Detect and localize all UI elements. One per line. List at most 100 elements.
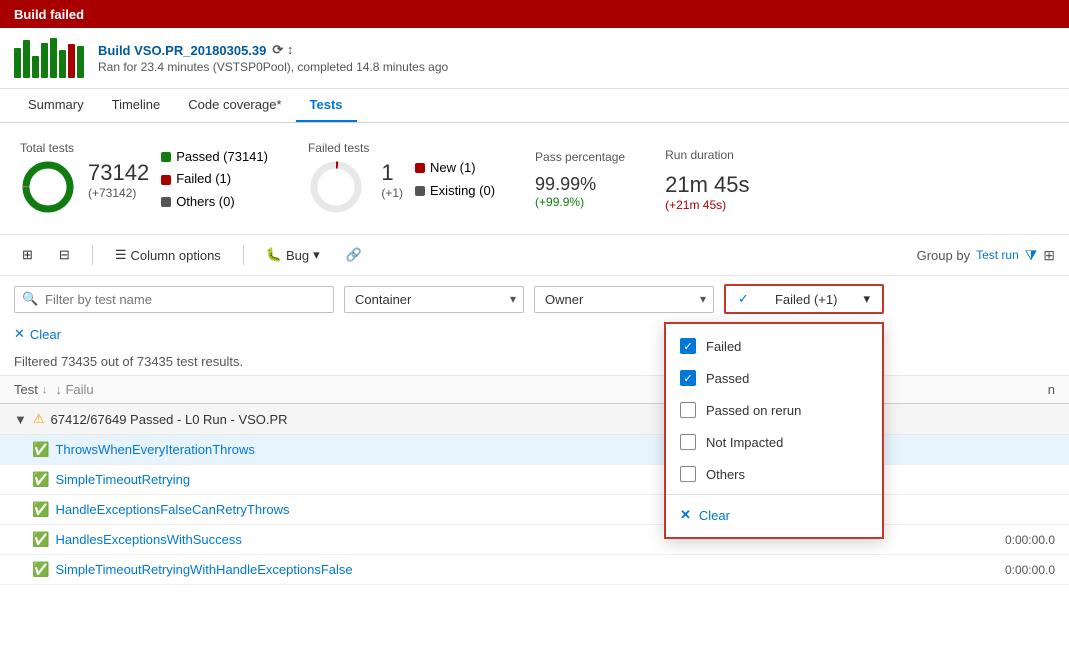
passed-checkbox[interactable] [680, 370, 696, 386]
failed-checkbox[interactable] [680, 338, 696, 354]
test-group-row[interactable]: ▼ ⚠ 67412/67649 Passed - L0 Run - VSO.PR [0, 404, 1069, 435]
popup-item-others[interactable]: Others [666, 458, 882, 490]
toolbar-sep-1 [92, 245, 93, 265]
test-dur-3: 0:00:00.0 [955, 533, 1055, 547]
pass-icon-0: ✅ [32, 441, 49, 458]
nav-tab-summary[interactable]: Summary [14, 89, 98, 122]
passed-label: Passed (73141) [176, 146, 268, 168]
group-by-value: Test run [976, 248, 1019, 262]
status-btn-label: Failed (+1) [775, 292, 838, 307]
test-row-2[interactable]: ✅ HandleExceptionsFalseCanRetryThrows [0, 495, 1069, 525]
plus-icon: ⊞ [22, 247, 33, 263]
warning-icon: ⚠ [33, 411, 45, 427]
nav-tab-tests[interactable]: Tests [296, 89, 357, 122]
build-title-text: Build VSO.PR_20180305.39 [98, 43, 266, 58]
failed-tests-donut [308, 159, 364, 215]
test-name-4: SimpleTimeoutRetryingWithHandleException… [55, 562, 949, 577]
failed-label: Failed (1) [176, 168, 231, 190]
popup-item-passed[interactable]: Passed [666, 362, 882, 394]
test-row-0[interactable]: ✅ ThrowsWhenEveryIterationThrows [0, 435, 1069, 465]
col-fail-label: ↓ Failu [55, 382, 93, 397]
stats-row: Total tests 73142 (+73142) Passed (73141… [0, 123, 1069, 235]
nav-tab-code-coverage-[interactable]: Code coverage* [174, 89, 295, 122]
build-bar [50, 38, 57, 78]
run-duration-value: 21m 45s [665, 172, 749, 198]
build-bar [23, 40, 30, 78]
results-info-text: Filtered 73435 out of 73435 test results… [14, 354, 243, 369]
popup-item-failed[interactable]: Failed [666, 330, 882, 362]
others-checkbox[interactable] [680, 466, 696, 482]
pass-icon-3: ✅ [32, 531, 49, 548]
sort-arrow: ↓ [42, 384, 48, 396]
popup-clear-label: Clear [699, 508, 730, 523]
build-bar [59, 50, 66, 78]
build-bars-chart [14, 38, 84, 78]
column-options-button[interactable]: ☰ Column options [107, 243, 229, 267]
collapse-all-button[interactable]: ⊟ [51, 243, 78, 267]
total-tests-label: Total tests [20, 141, 76, 155]
test-dur-4: 0:00:00.0 [955, 563, 1055, 577]
popup-passed-on-rerun-label: Passed on rerun [706, 403, 801, 418]
status-chevron-icon: ▾ [863, 291, 870, 307]
filter-row: 🔍 Container Owner ✓ Failed (+1) ▾ Failed… [0, 276, 1069, 322]
popup-divider [666, 494, 882, 495]
col-dur: n [955, 382, 1055, 397]
bug-label: Bug [286, 248, 309, 263]
others-label: Others (0) [176, 191, 235, 213]
container-dropdown-wrap: Container [344, 286, 524, 313]
column-options-label: Column options [130, 248, 220, 263]
passed-on-rerun-checkbox[interactable] [680, 402, 696, 418]
new-dot [415, 163, 425, 173]
not-impacted-checkbox[interactable] [680, 434, 696, 450]
failed-tests-label: Failed tests [308, 141, 369, 155]
link-button[interactable]: 🔗 [338, 243, 370, 267]
run-duration-label: Run duration [665, 148, 749, 162]
container-dropdown[interactable]: Container [344, 286, 524, 313]
build-status-bar: Build failed [0, 0, 1069, 28]
table-header: Test ↓ ↓ Failu n [0, 376, 1069, 404]
popup-passed-label: Passed [706, 371, 749, 386]
test-group-label: 67412/67649 Passed - L0 Run - VSO.PR [51, 412, 288, 427]
status-dropdown-popup: Failed Passed Passed on rerun Not Impact… [664, 322, 884, 539]
failed-tests-legend: New (1) Existing (0) [415, 157, 495, 201]
pass-pct-stat: Pass percentage 99.99% (+99.9%) [535, 141, 625, 218]
failed-tests-delta: (+1) [381, 186, 403, 200]
filter-by-name-input[interactable] [14, 286, 334, 313]
owner-dropdown-wrap: Owner [534, 286, 714, 313]
status-dropdown-button[interactable]: ✓ Failed (+1) ▾ [724, 284, 884, 314]
pass-icon-1: ✅ [32, 471, 49, 488]
total-tests-legend: Passed (73141) Failed (1) Others (0) [161, 146, 268, 212]
toolbar: ⊞ ⊟ ☰ Column options 🐛 Bug ▾ 🔗 Group by … [0, 235, 1069, 276]
funnel-icon[interactable]: ⧩ [1025, 247, 1038, 264]
build-bar [32, 56, 39, 78]
clear-filters-button[interactable]: ✕ Clear [14, 326, 61, 342]
group-by-text: Group by [917, 248, 970, 263]
test-row-1[interactable]: ✅ SimpleTimeoutRetrying [0, 465, 1069, 495]
owner-dropdown[interactable]: Owner [534, 286, 714, 313]
build-bar [41, 43, 48, 78]
failed-dot [161, 175, 171, 185]
clear-label: Clear [30, 327, 61, 342]
refresh-icon[interactable]: ⟳ ↕ [272, 42, 293, 58]
popup-others-label: Others [706, 467, 745, 482]
total-tests-donut [20, 159, 76, 215]
existing-dot [415, 186, 425, 196]
build-status-text: Build failed [14, 7, 84, 22]
build-info-text: Build VSO.PR_20180305.39 ⟳ ↕ Ran for 23.… [98, 42, 448, 74]
popup-item-not-impacted[interactable]: Not Impacted [666, 426, 882, 458]
test-row-3[interactable]: ✅ HandlesExceptionsWithSuccess 0:00:00.0 [0, 525, 1069, 555]
popup-not-impacted-label: Not Impacted [706, 435, 783, 450]
popup-item-passed-on-rerun[interactable]: Passed on rerun [666, 394, 882, 426]
build-bar [77, 46, 84, 78]
bug-button[interactable]: 🐛 Bug ▾ [258, 243, 328, 267]
pass-pct-delta: (+99.9%) [535, 195, 625, 209]
test-list: ▼ ⚠ 67412/67649 Passed - L0 Run - VSO.PR… [0, 404, 1069, 585]
popup-clear-button[interactable]: ✕ Clear [666, 499, 882, 531]
test-row-4[interactable]: ✅ SimpleTimeoutRetryingWithHandleExcepti… [0, 555, 1069, 585]
bug-chevron-icon: ▾ [313, 247, 320, 263]
pass-pct-label: Pass percentage [535, 150, 625, 164]
expand-all-button[interactable]: ⊞ [14, 243, 41, 267]
pass-icon-2: ✅ [32, 501, 49, 518]
layout-icon[interactable]: ⊞ [1043, 247, 1055, 264]
nav-tab-timeline[interactable]: Timeline [98, 89, 175, 122]
